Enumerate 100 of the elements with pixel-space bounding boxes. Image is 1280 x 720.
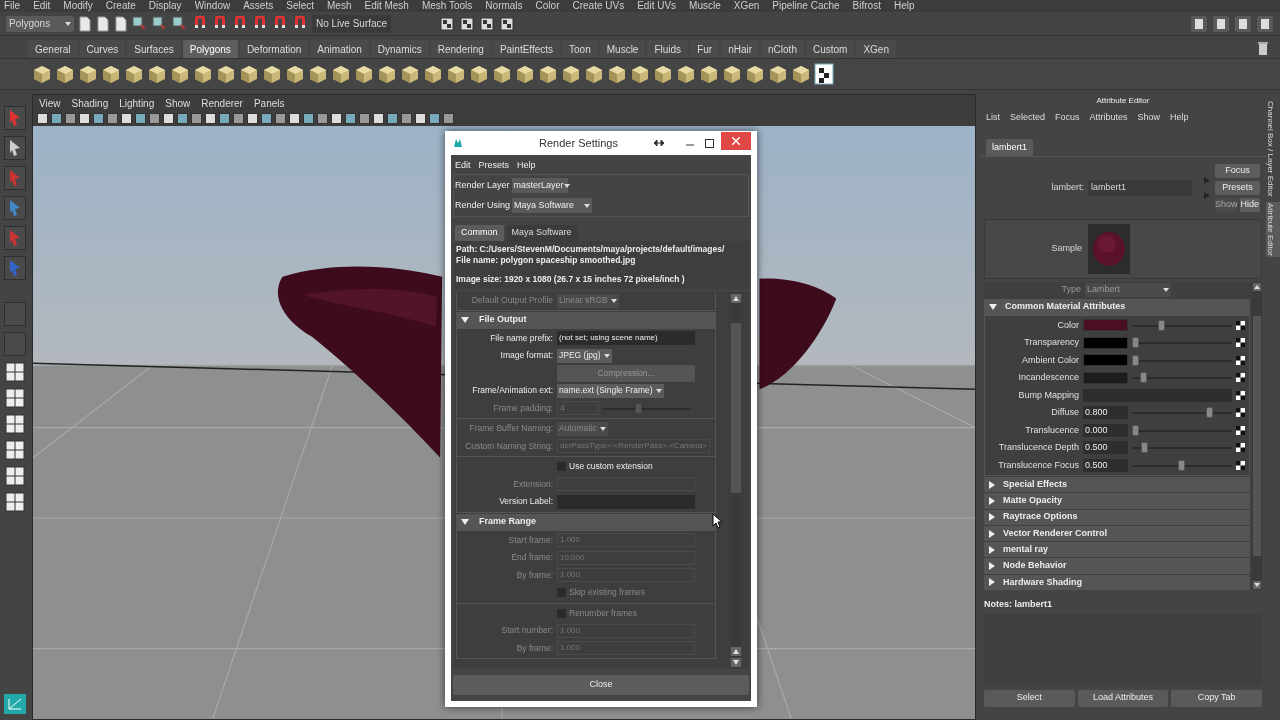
viewport-tool-icon[interactable] [149,113,160,124]
checkerboard-icon[interactable] [1236,408,1245,418]
color-swatch[interactable] [1083,354,1128,367]
trash-icon[interactable] [1258,42,1268,56]
menu-item[interactable]: Select [286,0,314,12]
cube-icon[interactable] [193,64,213,84]
slider-thumb[interactable] [1132,354,1139,366]
viewport-tool-icon[interactable] [303,113,314,124]
panel-toggle-icon[interactable] [1256,14,1274,33]
slider-track[interactable] [1132,353,1232,367]
cube-icon[interactable] [147,64,167,84]
shelf-tab[interactable]: Muscle [599,40,646,58]
menu-item[interactable]: Panels [253,95,285,111]
viewport-tool-icon[interactable] [247,113,258,124]
cube-icon[interactable] [377,64,397,84]
checker-icon[interactable] [814,63,834,85]
slider-track[interactable] [1132,406,1232,420]
cube-icon[interactable] [446,64,466,84]
shelf-tab[interactable]: Surfaces [127,40,181,58]
number-field[interactable]: 0.500 [1083,441,1128,455]
slider-thumb[interactable] [1158,319,1165,331]
side-tab[interactable]: Attribute Editor [1266,201,1280,257]
cube-icon[interactable] [469,64,489,84]
panel-button[interactable]: Focus [1215,164,1260,178]
slider-thumb[interactable] [1132,337,1139,349]
viewport-tool-icon[interactable] [107,113,118,124]
layout-icon[interactable] [5,440,25,460]
menu-item[interactable]: Window [194,0,231,12]
scrollbar[interactable] [1252,282,1262,590]
node-name-field[interactable]: lambert1 [1088,180,1192,196]
cube-icon[interactable] [400,64,420,84]
menu-item[interactable]: Presets [478,158,510,173]
viewport-tool-icon[interactable] [331,113,342,124]
cube-icon[interactable] [676,64,696,84]
settings-tab[interactable]: Maya Software [505,225,578,241]
viewport-tool-icon[interactable] [261,113,272,124]
menu-item[interactable]: Modify [63,0,93,12]
checkerboard-icon[interactable] [1236,320,1245,330]
section-header[interactable]: Frame Range [456,513,716,531]
cube-icon[interactable] [354,64,374,84]
cube-icon[interactable] [170,64,190,84]
collapse-triangle-icon[interactable] [461,519,469,525]
viewport-tool-icon[interactable] [289,113,300,124]
shelf-tab[interactable]: nHair [721,40,760,58]
renderer-dropdown[interactable]: Maya Software [512,198,593,213]
viewport-tool-icon[interactable] [401,113,412,124]
cube-icon[interactable] [492,64,512,84]
menu-item[interactable]: Show [165,95,191,111]
checkerboard-icon[interactable] [1236,425,1245,435]
close-button[interactable]: Close [453,675,749,695]
viewport-tool-icon[interactable] [387,113,398,124]
slider-track[interactable] [1132,318,1232,332]
cube-icon[interactable] [607,64,627,84]
panel-button[interactable]: Select [984,689,1075,707]
shelf-tab[interactable]: nCloth [761,40,804,58]
panel-toggle-icon[interactable] [1190,14,1208,33]
menu-item[interactable]: Display [148,0,182,12]
cube-icon[interactable] [699,64,719,84]
menu-item[interactable]: XGen [733,0,760,12]
menu-item[interactable]: Help [1170,111,1189,125]
number-field[interactable]: 0.000 [1083,423,1128,437]
viewport-tool-icon[interactable] [37,113,48,124]
panel-button[interactable]: Copy Tab [1171,689,1262,707]
layout-icon[interactable] [5,492,25,512]
viewport-tool-icon[interactable] [65,113,76,124]
viewport-tool-icon[interactable] [79,113,90,124]
section-header[interactable]: Matte Opacity [984,493,1250,509]
shelf-tab[interactable]: General [28,40,78,58]
file-icon[interactable] [114,15,128,32]
menu-item[interactable]: Assets [243,0,274,12]
cube-icon[interactable] [216,64,236,84]
slider-track[interactable] [1132,441,1232,455]
viewport-tool-icon[interactable] [135,113,146,124]
section-header[interactable]: File Output [456,311,716,329]
viewport-tool-icon[interactable] [93,113,104,124]
node-tab[interactable]: lambert1 [986,139,1033,156]
settings-tab[interactable]: Common [455,225,504,241]
section-header[interactable]: Special Effects [984,477,1250,493]
scroll-up-icon[interactable] [731,647,741,656]
shelf-tab[interactable]: Fluids [647,40,689,58]
viewport-tool-icon[interactable] [233,113,244,124]
scroll-up-icon[interactable] [1253,283,1261,291]
menu-item[interactable]: Mesh Tools [421,0,473,12]
menu-item[interactable]: Create UVs [572,0,625,12]
menu-item[interactable]: Pipeline Cache [772,0,840,12]
section-header[interactable]: Hardware Shading [984,574,1250,590]
cube-icon[interactable] [653,64,673,84]
checkerboard-icon[interactable] [1236,355,1245,365]
cube-icon[interactable] [423,64,443,84]
slider-thumb[interactable] [1206,407,1213,419]
slider-track[interactable] [1132,371,1232,385]
cube-icon[interactable] [101,64,121,84]
cube-icon[interactable] [78,64,98,84]
cube-icon[interactable] [331,64,351,84]
panel-button[interactable]: Presets [1215,181,1260,195]
shelf-tab[interactable]: PaintEffects [492,40,561,58]
slider-thumb[interactable] [1178,459,1185,471]
slider-track[interactable] [1132,458,1232,472]
viewport-tool-icon[interactable] [317,113,328,124]
menu-item[interactable]: Edit [33,0,51,12]
